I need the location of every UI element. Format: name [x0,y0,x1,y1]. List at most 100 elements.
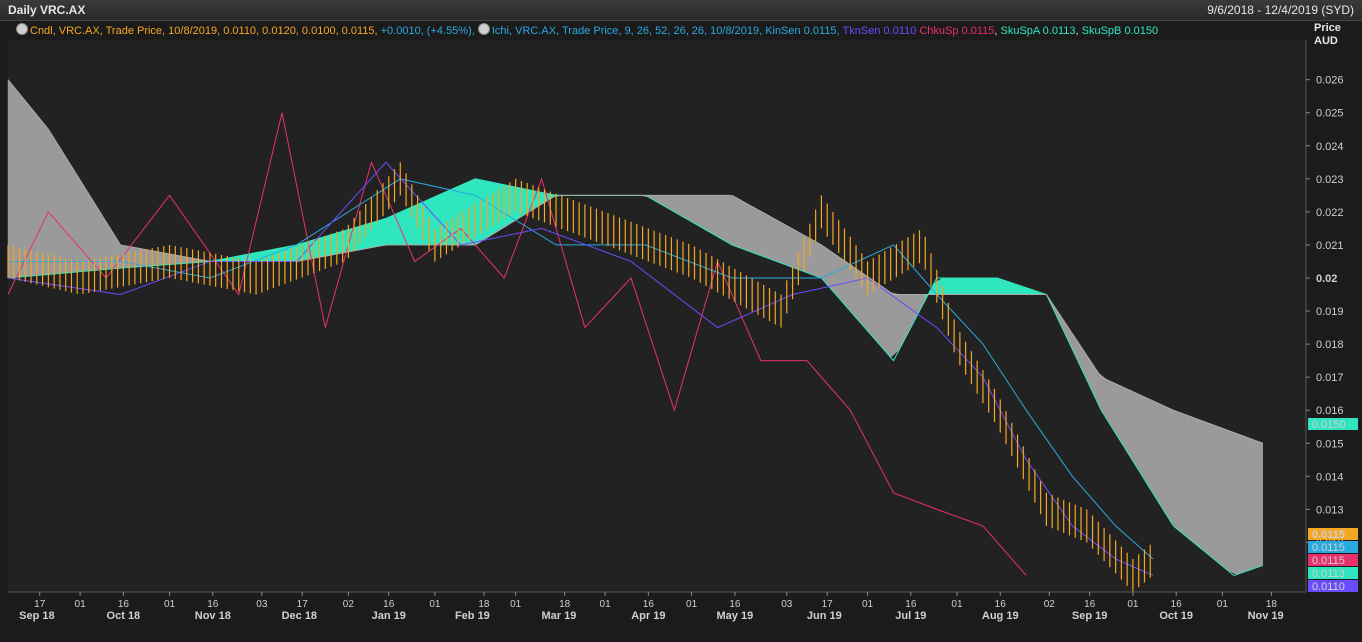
candle-legend-date: 10/8/2019 [168,25,218,37]
cloud-segment [985,277,995,295]
cloud-segment [16,89,26,278]
cloud-segment [751,206,762,256]
price-axis[interactable]: 0.026 0.025 0.024 0.023 0.022 0.021 0.02 0.019 0… [1305,40,1344,592]
cloud-segment [353,224,364,252]
ichi-legend-spanb: SkuSpB 0.0150 [1081,25,1159,37]
cloud-segment [803,234,814,276]
price-tick-label: 0.023 [1316,174,1344,186]
last-value-text: 0.0115 [1312,542,1345,554]
month-label: Jun 19 [807,610,842,622]
month-label: Apr 19 [631,610,665,622]
day-tick-label: 16 [1084,599,1096,610]
month-label: Mar 19 [541,610,576,622]
cloud-segment [483,180,493,241]
candle-legend-prefix: Cndl, VRC.AX, Trade Price, [30,25,169,37]
day-tick-label: 03 [781,599,793,610]
cloud-segment [509,185,519,225]
cloud-segment [959,277,969,295]
cloud-segment [371,219,381,248]
month-label: May 19 [717,610,754,622]
cloud-segment [760,210,770,260]
day-tick-label: 17 [822,599,834,610]
cloud-segment [440,189,450,246]
day-tick-label: 16 [1171,599,1183,610]
price-chart[interactable]: 0.026 0.025 0.024 0.023 0.022 0.021 0.02 0.019 0… [0,0,1362,642]
month-label: Aug 19 [982,610,1019,622]
cloud-segment [1245,436,1255,572]
time-axis[interactable]: 17 01 16 01 16 03 17 02 16 01 18 01 18 01 16 01 16 03 17 01… [8,591,1306,622]
day-tick-label: 01 [686,599,698,610]
last-value-text: 0.0113 [1312,568,1345,580]
day-tick-label: 01 [951,599,963,610]
last-value-text: 0.0115 [1312,555,1345,567]
cloud-segment [146,249,156,267]
ichi-legend-prefix: Ichi, VRC.AX, Trade Price, 9, 26, 52, 26… [491,25,843,37]
cloud-segment [1175,410,1186,536]
cloud-segment [994,277,1004,295]
month-label: Dec 18 [282,610,317,622]
price-tick-label: 0.022 [1316,207,1344,219]
cloud-segment [500,183,511,230]
day-tick-label: 01 [862,599,874,610]
candle-legend-change: +0.0010, (+4.55%), [380,25,475,37]
cloud-segment [786,225,796,269]
day-tick-label: 16 [118,599,130,610]
cloud-segment [743,201,753,253]
cloud-segment [717,195,727,243]
ichi-legend-spana: SkuSpA 0.0113 [1000,25,1076,37]
price-tick-label: 0.016 [1316,405,1344,417]
cloud-segment [1236,433,1246,575]
ichi-legend-chikou: ChkuSp 0.0115 [919,25,995,37]
day-tick-label: 16 [905,599,917,610]
candle-legend-values: , 0.0110, 0.0120, 0.0100, 0.0115, [217,25,381,37]
day-tick-label: 18 [559,599,571,610]
cloud-segment [1141,395,1151,490]
cloud-segment [769,215,779,263]
price-tick-label: 0.025 [1316,108,1344,120]
price-axis-title: Price [1314,22,1341,34]
price-axis-currency: AUD [1314,35,1338,47]
last-value-text: 0.0115 [1312,529,1345,541]
indicator-legend: Cndl, VRC.AX, Trade Price, 10/8/2019, 0.… [16,23,1158,37]
cloud-segment [942,277,952,295]
clock-icon[interactable] [477,23,490,35]
price-axis-header: Price AUD [1314,22,1341,48]
cloud-segment [1219,426,1229,572]
day-tick-label: 18 [1266,599,1278,610]
cloud-segment [475,178,485,246]
cloud-segment [795,230,805,272]
day-tick-label: 01 [1127,599,1139,610]
last-value-text: 0.0150 [1312,419,1346,431]
month-label: Feb 19 [455,610,490,622]
clock-icon[interactable] [16,23,28,35]
day-tick-label: 16 [643,599,655,610]
day-tick-label: 03 [256,599,268,610]
cloud-segment [59,146,69,274]
day-tick-label: 02 [1044,599,1056,610]
plot-area[interactable] [8,40,1306,592]
day-tick-label: 01 [600,599,612,610]
cloud-segment [33,110,43,276]
price-tick-label: 0.015 [1316,438,1344,450]
cloud-segment [1167,407,1177,530]
cloud-segment [414,201,424,246]
cloud-segment [725,195,736,247]
cloud-segment [1149,399,1160,504]
cloud-segment [379,216,389,247]
cloud-segment [431,193,441,246]
day-tick-label: 18 [478,599,490,610]
price-tick-label: 0.026 [1316,75,1344,87]
cloud-segment [734,196,744,250]
cloud-segment [1158,403,1168,518]
cloud-segment [276,246,286,262]
month-label: Nov 19 [1248,610,1284,622]
cloud-segment [864,274,874,339]
day-tick-label: 16 [207,599,219,610]
ichi-legend-tenkan: TknSen 0.0110 [842,25,917,37]
cloud-segment [362,222,372,250]
price-tick-label: 0.019 [1316,306,1344,318]
cloud-segment [1201,420,1212,558]
cloud-segment [1210,423,1220,565]
month-label: Sep 18 [19,610,54,622]
month-label: Oct 19 [1159,610,1193,622]
